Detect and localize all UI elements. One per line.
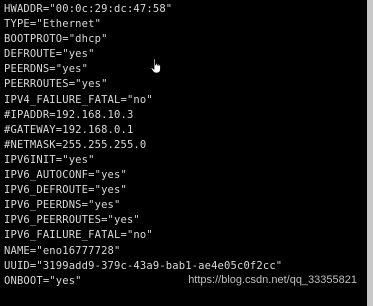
config-line-ipv6-defroute: IPV6_DEFROUTE="yes" [4,184,127,197]
watermark-url: https://blog.csdn.net/qq_33355821 [188,274,357,286]
config-line-ipv6-peerdns: IPV6_PEERDNS="yes" [4,199,121,212]
config-line-gateway: #GATEWAY=192.168.0.1 [4,123,134,136]
config-line-peerroutes: PEERROUTES="yes" [4,78,108,91]
config-line-ipv6-autoconf: IPV6_AUTOCONF="yes" [4,169,127,182]
config-line-peerdns: PEERDNS="yes" [4,63,89,76]
config-line-bootproto: BOOTPROTO="dhcp" [4,33,108,46]
terminal-screen: HWADDR="00:0c:29:dc:47:58" TYPE="Etherne… [4,2,364,289]
config-line-ipv6-peerroutes: IPV6_PEERROUTES="yes" [4,214,140,227]
config-line-name: NAME="eno16777728" [4,244,121,257]
config-line-ipaddr: #IPADDR=192.168.10.3 [4,108,134,121]
terminal-window[interactable]: HWADDR="00:0c:29:dc:47:58" TYPE="Etherne… [0,0,373,306]
config-line-ipv6-failure-fatal: IPV6_FAILURE_FATAL="no" [4,229,153,242]
config-line-ipv6init: IPV6INIT="yes" [4,153,95,166]
config-line-type: TYPE="Ethernet" [4,18,102,31]
config-line-uuid: UUID="3199add9-379c-43a9-bab1-ae4e05c0f2… [4,259,283,272]
config-line-ipv4-failure-fatal: IPV4_FAILURE_FATAL="no" [4,93,153,106]
config-line-netmask: #NETMASK=255.255.255.0 [4,138,147,151]
config-line-defroute: DEFROUTE="yes" [4,48,95,61]
config-line-hwaddr: HWADDR="00:0c:29:dc:47:58" [4,3,173,15]
hand-pointer-icon [150,58,161,74]
